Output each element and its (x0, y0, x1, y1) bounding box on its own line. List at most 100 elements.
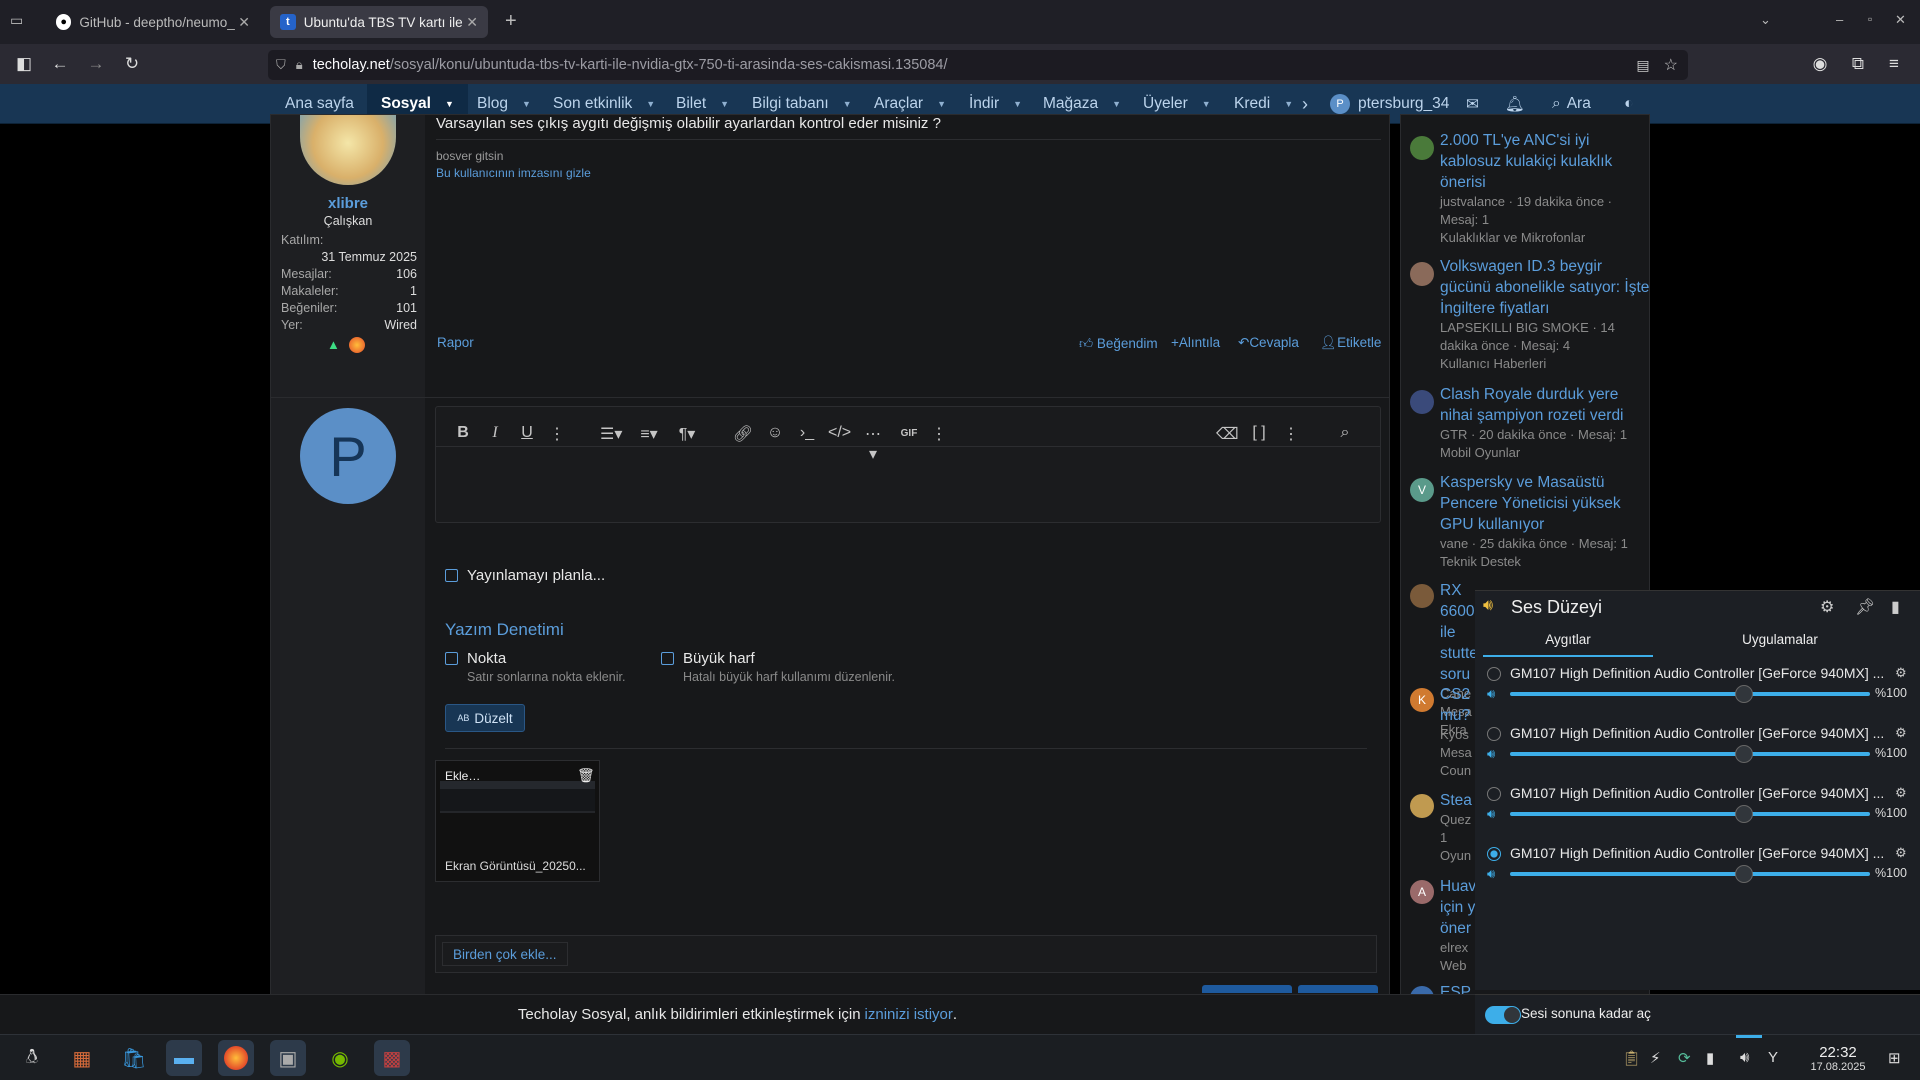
show-desktop-icon[interactable]: ⊞ (1888, 1049, 1901, 1067)
thread-title[interactable]: Volkswagen ID.3 beygir gücünü abonelikle… (1440, 256, 1650, 319)
clock-time[interactable]: 22:32 (1798, 1044, 1878, 1061)
terminal-icon[interactable]: ▣ (270, 1040, 306, 1076)
avatar[interactable] (1410, 136, 1434, 160)
avatar[interactable]: K (1410, 688, 1434, 712)
menu-icon[interactable]: ≡ (1882, 52, 1906, 76)
preview-icon[interactable]: ⌕ (1334, 424, 1356, 442)
lock-icon[interactable]: 🔒︎ (296, 57, 303, 73)
thread-title[interactable]: Kaspersky ve Masaüstü Pencere Yöneticisi… (1440, 472, 1650, 535)
volume-slider[interactable] (1510, 752, 1870, 756)
caret-down-icon[interactable]: ▼ (445, 99, 454, 109)
thread-title[interactable]: Clash Royale durduk yere nihai şampiyon … (1440, 384, 1650, 426)
thread-title[interactable]: Stea (1440, 790, 1476, 811)
gif-icon[interactable]: GIF (898, 428, 920, 439)
forward-icon[interactable]: → (84, 52, 108, 76)
tab-overview-icon[interactable]: ▭ (10, 12, 30, 32)
wifi-icon[interactable]: Y (1768, 1049, 1778, 1066)
default-device-radio[interactable] (1487, 667, 1501, 681)
slider-handle[interactable] (1735, 685, 1753, 703)
minimize-icon[interactable]: – (1836, 12, 1843, 27)
caret-down-icon[interactable]: ▼ (720, 99, 729, 109)
configure-icon[interactable]: ⚙ (1895, 725, 1907, 741)
window-close-icon[interactable]: ✕ (1895, 12, 1906, 28)
configure-icon[interactable]: ⚙ (1820, 597, 1834, 617)
firefox-icon[interactable] (218, 1040, 254, 1076)
avatar[interactable]: V (1410, 478, 1434, 502)
avatar[interactable] (1410, 584, 1434, 608)
thread-title[interactable]: Huav için y öner (1440, 876, 1476, 939)
pin-icon[interactable]: 📌︎ (1855, 597, 1875, 617)
thread-forum[interactable]: Mobil Oyunlar (1440, 444, 1650, 462)
default-device-radio[interactable] (1487, 847, 1501, 861)
new-tab-icon[interactable]: + (505, 10, 517, 33)
caret-down-icon[interactable]: ▼ (522, 99, 531, 109)
align-icon[interactable]: ≡▾ (638, 424, 660, 444)
code-icon[interactable]: </> (828, 424, 851, 442)
sidebar-icon[interactable]: ◧ (12, 52, 36, 76)
avatar[interactable] (1410, 794, 1434, 818)
editor-box[interactable] (435, 406, 1381, 523)
slider-handle[interactable] (1735, 865, 1753, 883)
caret-down-icon[interactable]: ▼ (937, 99, 946, 109)
attachment-insert[interactable]: Ekle… (445, 769, 480, 783)
volume-slider[interactable] (1510, 692, 1870, 696)
attachment-thumbnail[interactable]: Ekle… 🗑︎ Ekran Görüntüsü_20250... (435, 760, 600, 882)
volume-slider[interactable] (1510, 812, 1870, 816)
submit-button[interactable] (1202, 985, 1292, 993)
reply-button[interactable]: ↶Cevapla (1238, 335, 1299, 351)
bold-icon[interactable]: B (452, 424, 474, 442)
fix-button[interactable]: AB Düzelt (445, 704, 525, 732)
avatar[interactable] (1410, 390, 1434, 414)
updates-icon[interactable]: ⟳ (1678, 1049, 1691, 1067)
schedule-checkbox[interactable] (445, 569, 458, 582)
clock-date[interactable]: 17.08.2025 (1798, 1061, 1878, 1073)
configure-icon[interactable]: ⚙ (1895, 665, 1907, 681)
thread-forum[interactable]: Kullanıcı Haberleri (1440, 355, 1650, 373)
close-icon[interactable]: ✕ (466, 14, 478, 31)
more-vertical-icon[interactable]: ⋮ (928, 424, 950, 444)
tab-list-icon[interactable]: ⌄ (1760, 12, 1771, 28)
tag-button[interactable]: 👤︎Etiketle (1320, 335, 1381, 351)
back-icon[interactable]: ← (48, 52, 72, 76)
account-icon[interactable]: ◉ (1808, 52, 1832, 76)
game-app-icon[interactable]: ▩ (374, 1040, 410, 1076)
speaker-icon[interactable]: 🔊︎ (1487, 746, 1495, 762)
configure-icon[interactable]: ⚙ (1895, 785, 1907, 801)
speaker-icon[interactable]: 🔊︎ (1487, 686, 1495, 702)
italic-icon[interactable]: I (484, 424, 506, 442)
avatar[interactable]: A (1410, 880, 1434, 904)
hide-signature-link[interactable]: Bu kullanıcının imzasını gizle (436, 166, 591, 180)
avatar[interactable]: P (300, 408, 396, 504)
maximize-icon[interactable]: ▫ (1868, 12, 1872, 26)
capital-checkbox[interactable] (661, 652, 674, 665)
list-icon[interactable]: ☰▾ (600, 424, 622, 444)
reader-view-icon[interactable]: ▤ (1636, 57, 1649, 74)
period-checkbox[interactable] (445, 652, 458, 665)
speaker-icon[interactable]: 🔊︎ (1487, 866, 1495, 882)
slider-handle[interactable] (1735, 745, 1753, 763)
quote-button[interactable]: +Alıntıla (1171, 335, 1220, 350)
speaker-icon[interactable]: 🔊︎ (1487, 806, 1495, 822)
configure-icon[interactable]: ⚙ (1895, 845, 1907, 861)
slider-handle[interactable] (1735, 805, 1753, 823)
caret-down-icon[interactable]: ▼ (843, 99, 852, 109)
preview-button[interactable] (1298, 985, 1378, 993)
archive-manager-icon[interactable]: ▦ (64, 1040, 100, 1076)
tab-techolay[interactable]: t Ubuntu'da TBS TV kartı ile ✕ (270, 6, 488, 38)
caret-down-icon[interactable]: ▼ (1202, 99, 1211, 109)
caret-down-icon[interactable]: ▼ (1112, 99, 1121, 109)
avatar[interactable] (1410, 262, 1434, 286)
nvidia-settings-icon[interactable]: ◉ (322, 1040, 358, 1076)
reload-icon[interactable]: ↻ (120, 52, 144, 76)
extensions-icon[interactable]: ⧉ (1846, 52, 1870, 76)
file-manager-icon[interactable]: ▬ (166, 1040, 202, 1076)
tab-devices[interactable]: Aygıtlar (1483, 625, 1653, 657)
terminal-icon[interactable]: ›_ (796, 424, 818, 442)
link-icon[interactable]: 🔗︎ (732, 424, 754, 444)
url-bar[interactable]: ⛉ 🔒︎ techolay.net/sosyal/konu/ubuntuda-t… (268, 50, 1688, 80)
report-link[interactable]: Rapor (437, 335, 474, 350)
thread-title[interactable]: RX 6600 ile stuttering soru (1440, 580, 1476, 685)
software-center-icon[interactable]: 🛍︎ (116, 1040, 152, 1076)
post-author-name[interactable]: xlibre (271, 195, 425, 212)
more-horizontal-icon[interactable]: ⋯▾ (862, 424, 884, 464)
